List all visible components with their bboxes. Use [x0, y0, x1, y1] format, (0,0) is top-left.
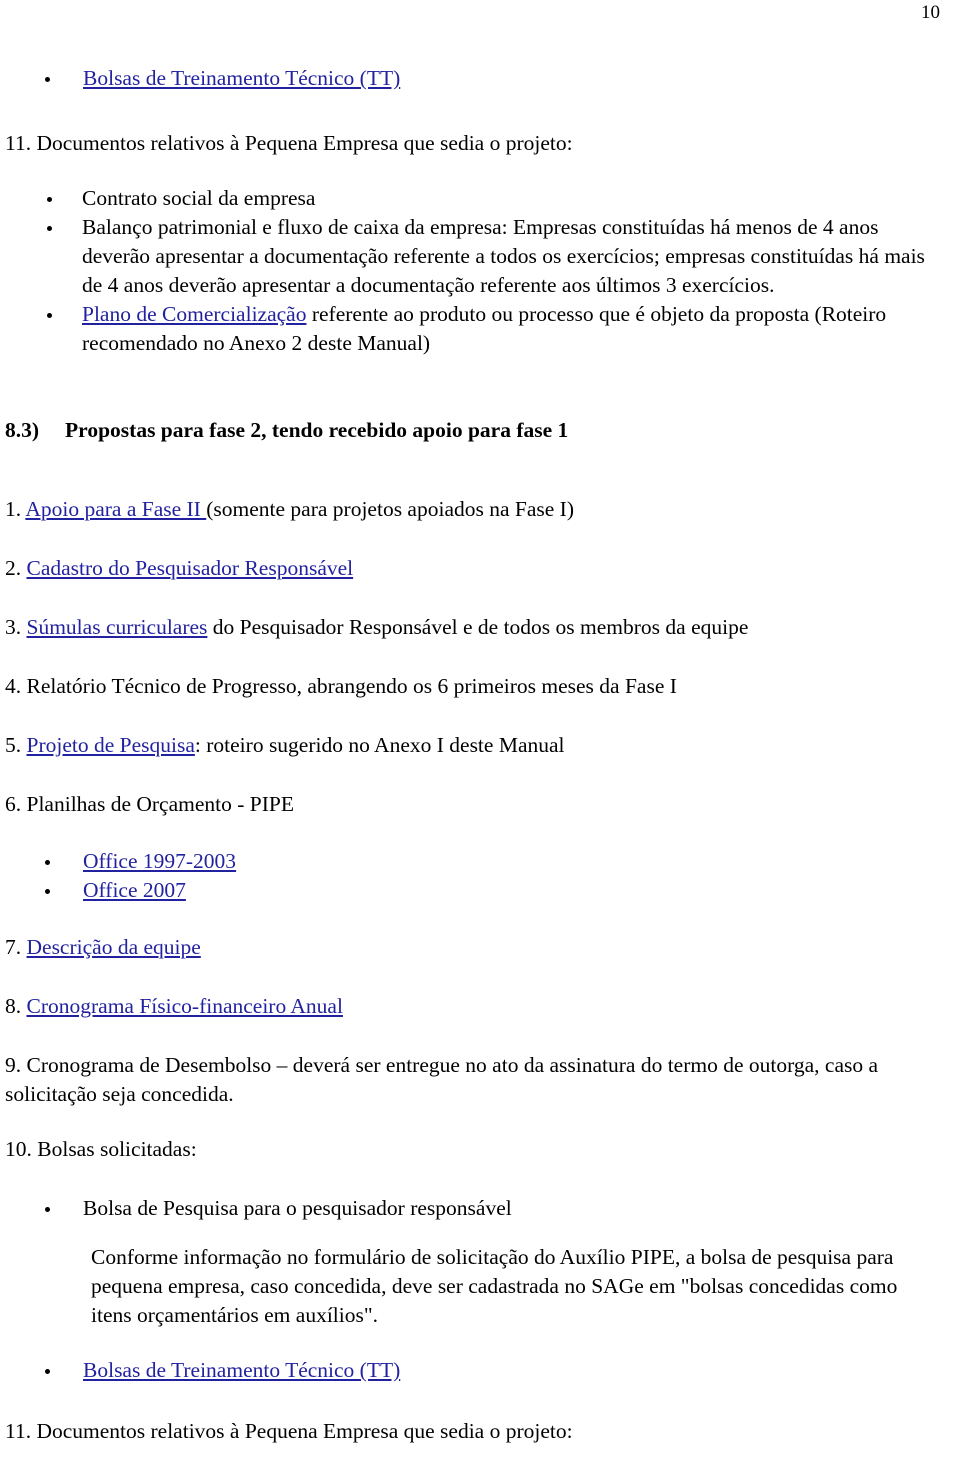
- page-content: Bolsas de Treinamento Técnico (TT) 11. D…: [5, 64, 943, 1446]
- item-3-rest: do Pesquisador Responsável e de todos os…: [207, 615, 749, 639]
- link-office-1997-2003[interactable]: Office 1997-2003: [83, 849, 236, 873]
- section-heading-8-3: 8.3) Propostas para fase 2, tendo recebid…: [5, 416, 943, 445]
- link-sumulas-curriculares[interactable]: Súmulas curriculares: [27, 615, 208, 639]
- list-item: Bolsas de Treinamento Técnico (TT): [5, 1356, 943, 1385]
- numbered-item-11-top: 11. Documentos relativos à Pequena Empre…: [5, 131, 573, 155]
- list-item: Office 2007: [5, 876, 943, 905]
- item-3-number: 3.: [5, 615, 27, 639]
- numbered-item-6: 6. Planilhas de Orçamento - PIPE: [5, 792, 295, 816]
- item-2-number: 2.: [5, 556, 27, 580]
- section-number: 8.3): [5, 418, 40, 442]
- bullet-list-top: Bolsas de Treinamento Técnico (TT): [5, 64, 943, 93]
- item-5-number: 5.: [5, 733, 27, 757]
- list-item: Plano de Comercialização referente ao pr…: [5, 300, 943, 358]
- list-item: Contrato social da empresa: [5, 184, 943, 213]
- numbered-item-5: 5. Projeto de Pesquisa: roteiro sugerido…: [5, 731, 943, 760]
- link-apoio-para-a-fase-ii[interactable]: Apoio para a Fase II: [25, 497, 206, 521]
- list-item: Office 1997-2003: [5, 847, 943, 876]
- bullet-list-documentos: Contrato social da empresa Balanço patri…: [5, 184, 943, 358]
- item-1-number: 1.: [5, 497, 26, 521]
- item-1-rest: (somente para projetos apoiados na Fase …: [206, 497, 575, 521]
- item-5-rest: : roteiro sugerido no Anexo I deste Manu…: [194, 733, 565, 757]
- bullet-list-bolsas: Bolsa de Pesquisa para o pesquisador res…: [5, 1194, 943, 1223]
- page-number: 10: [921, 2, 940, 23]
- numbered-item-8: 8. Cronograma Físico-financeiro Anual: [5, 992, 943, 1021]
- link-office-2007[interactable]: Office 2007: [83, 878, 186, 902]
- item-7-number: 7.: [5, 935, 27, 959]
- link-bolsas-treinamento-tecnico-top[interactable]: Bolsas de Treinamento Técnico (TT): [83, 66, 400, 90]
- list-item: Bolsas de Treinamento Técnico (TT): [5, 64, 943, 93]
- link-plano-de-comercializacao[interactable]: Plano de Comercialização: [82, 302, 306, 326]
- list-item: Balanço patrimonial e fluxo de caixa da …: [5, 213, 943, 300]
- section-title: Propostas para fase 2, tendo recebido ap…: [65, 418, 569, 442]
- numbered-item-7: 7. Descrição da equipe: [5, 933, 943, 962]
- numbered-item-9: 9. Cronograma de Desembolso – deverá ser…: [5, 1053, 879, 1106]
- bullet-list-tt-bottom: Bolsas de Treinamento Técnico (TT): [5, 1356, 943, 1385]
- document-page: 10 Bolsas de Treinamento Técnico (TT) 11…: [0, 0, 960, 1465]
- link-cadastro-do-pesquisador-responsavel[interactable]: Cadastro do Pesquisador Responsável: [27, 556, 354, 580]
- bullet-list-office: Office 1997-2003 Office 2007: [5, 847, 943, 905]
- link-cronograma-fisico-financeiro-anual[interactable]: Cronograma Físico-financeiro Anual: [27, 994, 343, 1018]
- numbered-item-1: 1. Apoio para a Fase II (somente para pr…: [5, 495, 943, 524]
- numbered-item-11-bottom: 11. Documentos relativos à Pequena Empre…: [5, 1419, 573, 1443]
- link-projeto-de-pesquisa[interactable]: Projeto de Pesquisa: [27, 733, 195, 757]
- numbered-item-4: 4. Relatório Técnico de Progresso, abran…: [5, 674, 677, 698]
- conforme-paragraph: Conforme informação no formulário de sol…: [91, 1245, 898, 1327]
- link-descricao-da-equipe[interactable]: Descrição da equipe: [27, 935, 201, 959]
- item-8-number: 8.: [5, 994, 27, 1018]
- numbered-item-10: 10. Bolsas solicitadas:: [5, 1137, 197, 1161]
- numbered-item-3: 3. Súmulas curriculares do Pesquisador R…: [5, 613, 943, 642]
- list-item: Bolsa de Pesquisa para o pesquisador res…: [5, 1194, 943, 1223]
- link-bolsas-treinamento-tecnico-bottom[interactable]: Bolsas de Treinamento Técnico (TT): [83, 1358, 400, 1382]
- numbered-item-2: 2. Cadastro do Pesquisador Responsável: [5, 554, 943, 583]
